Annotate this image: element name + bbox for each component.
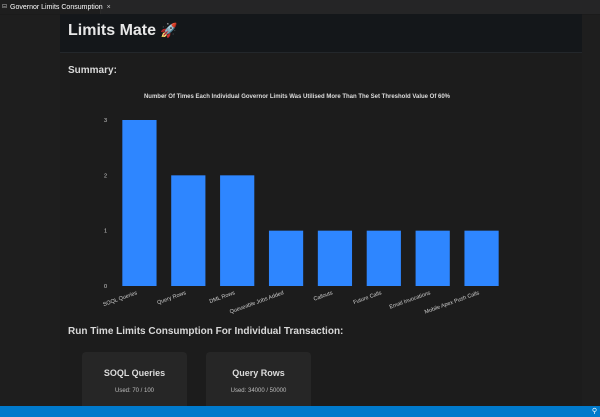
card-title: Query Rows xyxy=(232,368,285,378)
app-window: ⊟ Governor Limits Consumption × Limits M… xyxy=(0,0,600,417)
tab-label: Governor Limits Consumption xyxy=(10,3,103,11)
editor-tab-bar: ⊟ Governor Limits Consumption × xyxy=(0,0,600,15)
bar-future-calls[interactable] xyxy=(366,230,401,286)
limit-card-query-rows: Query Rows Used: 34000 / 50000 xyxy=(206,352,311,412)
bar-soql-queries[interactable] xyxy=(122,120,157,286)
x-tick-label-5: Future Calls xyxy=(353,290,383,306)
bar-mobile-apex-push-calls[interactable] xyxy=(464,230,499,286)
y-tick-label-1: 1 xyxy=(104,229,107,235)
card-title: SOQL Queries xyxy=(103,368,166,378)
bar-query-rows[interactable] xyxy=(171,175,206,286)
y-tick-label-2: 2 xyxy=(104,173,107,179)
bar-callouts[interactable] xyxy=(317,230,353,286)
x-tick-label-3: Queueable Jobs Added xyxy=(229,290,285,315)
status-bar: ⚲ xyxy=(0,406,600,417)
x-tick-label-7: Mobile Apex Push Calls xyxy=(424,290,481,315)
x-tick-label-1: Query Rows xyxy=(157,290,188,306)
x-tick-label-2: DML Rows xyxy=(209,290,236,305)
y-tick-label-0: 0 xyxy=(104,284,107,290)
y-tick-label-3: 3 xyxy=(104,118,107,124)
bar-email-invocations[interactable] xyxy=(415,230,450,286)
bar-dml-rows[interactable] xyxy=(220,175,255,286)
x-tick-label-4: Callouts xyxy=(313,290,334,303)
webview-content: Limits Mate 🚀 Summary: Number Of Times Ea… xyxy=(60,14,582,412)
x-tick-label-0: SOQL Queries xyxy=(102,290,138,308)
runtime-heading: Run Time Limits Consumption For Individu… xyxy=(68,326,344,337)
card-used-value: Used: 70 / 100 xyxy=(114,388,155,394)
close-icon[interactable]: × xyxy=(107,4,111,11)
limit-card-soql-queries: SOQL Queries Used: 70 / 100 xyxy=(82,352,187,412)
tab-governor-limits-consumption[interactable]: ⊟ Governor Limits Consumption × xyxy=(0,0,111,14)
threshold-bar-chart: 0 1 2 3 SOQL Queries Query Rows DML RowsQueuea… xyxy=(102,118,499,316)
bell-icon[interactable]: ⚲ xyxy=(592,407,597,415)
preview-icon: ⊟ xyxy=(2,3,8,10)
bar-queueable-jobs-added[interactable] xyxy=(268,230,304,286)
x-tick-label-6: Email Invocations xyxy=(389,290,432,310)
card-used-value: Used: 34000 / 50000 xyxy=(230,388,287,394)
